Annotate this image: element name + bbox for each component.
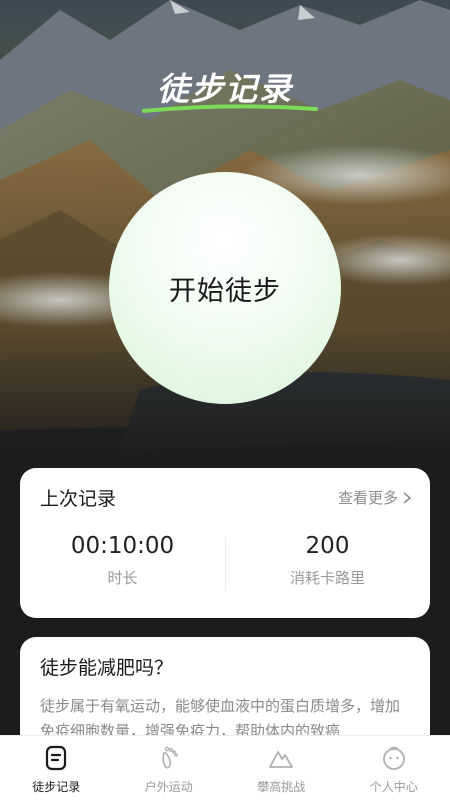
footprint-icon <box>162 746 178 769</box>
calories-label: 消耗卡路里 <box>289 569 365 587</box>
calories-value: 200 <box>305 533 350 559</box>
title-underline-stroke <box>142 104 318 113</box>
stat-duration: 00:10:00 时长 <box>20 533 225 588</box>
stats-divider <box>225 537 226 591</box>
last-record-stats: 00:10:00 时长 200 消耗卡路里 <box>20 533 430 591</box>
tab-hike-record[interactable]: 徒步记录 <box>0 736 113 800</box>
tab-outdoor-sports[interactable]: 户外运动 <box>113 736 226 800</box>
mountain-icon <box>269 751 294 768</box>
tab-label: 徒步记录 <box>32 780 81 794</box>
view-more-link[interactable]: 查看更多 <box>338 487 412 508</box>
stat-calories: 200 消耗卡路里 <box>225 533 430 588</box>
tab-climb-challenge[interactable]: 攀高挑战 <box>225 736 338 800</box>
duration-label: 时长 <box>107 569 138 587</box>
start-hike-button[interactable]: 开始徒步 <box>109 172 341 404</box>
tab-profile[interactable]: 个人中心 <box>338 736 450 800</box>
view-more-label: 查看更多 <box>337 489 398 507</box>
start-hike-label: 开始徒步 <box>169 275 281 307</box>
last-record-card: 上次记录 查看更多 00:10:00 时长 200 消耗卡路里 <box>20 468 430 618</box>
bottom-tab-bar: 徒步记录 户外运动 攀高挑战 个人中心 <box>0 735 450 800</box>
app-root: 徒步记录 开始徒步 上次记录 查看更多 00:10:00 时长 200 消耗卡路… <box>0 0 450 800</box>
tab-label: 户外运动 <box>144 780 193 794</box>
tab-label: 个人中心 <box>369 780 418 794</box>
article-title: 徒步能减肥吗？ <box>40 657 174 679</box>
note-icon <box>46 745 67 771</box>
duration-value: 00:10:00 <box>70 533 175 559</box>
face-icon <box>382 746 405 770</box>
chevron-right-icon <box>403 491 412 504</box>
last-record-title: 上次记录 <box>40 488 117 510</box>
last-record-header: 上次记录 查看更多 <box>20 468 430 511</box>
tab-label: 攀高挑战 <box>257 780 306 794</box>
